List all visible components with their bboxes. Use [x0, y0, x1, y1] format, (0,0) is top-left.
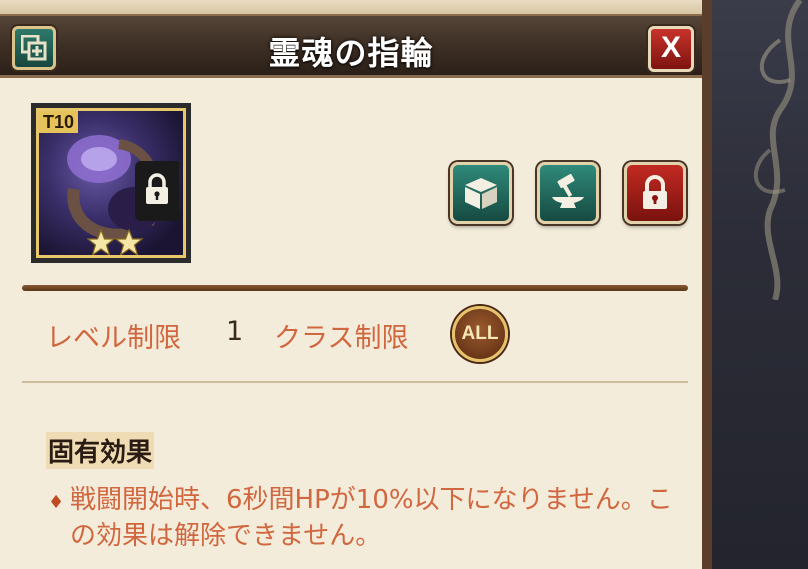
effect-description: 戦闘開始時、6秒間HPが10%以下になりません。この効果は解除できません。: [70, 485, 673, 551]
star-icon: [87, 229, 116, 255]
box-icon: [465, 178, 497, 209]
item-lock-indicator: [135, 161, 179, 221]
lock-button[interactable]: [624, 162, 686, 224]
background-right: [700, 0, 808, 569]
item-detail-panel: 霊魂の指輪 X T10 レベル制限 1 クラス制限 ALL 固有効果 ♦ 戦闘開…: [0, 0, 712, 569]
close-button[interactable]: X: [648, 26, 694, 72]
class-all-badge: ALL: [452, 306, 508, 362]
close-icon: X: [660, 31, 681, 64]
effect-heading: 固有効果: [46, 432, 155, 469]
class-requirement-label: クラス制限: [274, 323, 409, 354]
storage-button[interactable]: [450, 162, 512, 224]
lock-icon: [146, 173, 168, 204]
item-image: T10: [36, 108, 186, 258]
star-rating: [87, 229, 144, 255]
lock-icon: [643, 175, 667, 209]
anvil-hammer-icon: [552, 173, 584, 208]
diamond-bullet-icon: ♦: [48, 492, 65, 513]
dialog-header: 霊魂の指輪: [0, 14, 702, 78]
panel-top-edge: [0, 0, 702, 15]
item-icon-frame[interactable]: T10: [31, 103, 191, 263]
flourish-ornament: [753, 0, 803, 300]
add-icon: [21, 35, 47, 61]
dialog-title: 霊魂の指輪: [268, 34, 434, 72]
enhance-button[interactable]: [537, 162, 599, 224]
section-divider: [22, 285, 688, 291]
level-requirement-value: 1: [226, 316, 244, 347]
level-requirement-label: レベル制限: [46, 323, 181, 354]
section-divider-thin: [22, 381, 688, 383]
add-button[interactable]: [12, 26, 56, 70]
star-icon: [114, 229, 144, 255]
tier-badge: T10: [39, 111, 79, 133]
